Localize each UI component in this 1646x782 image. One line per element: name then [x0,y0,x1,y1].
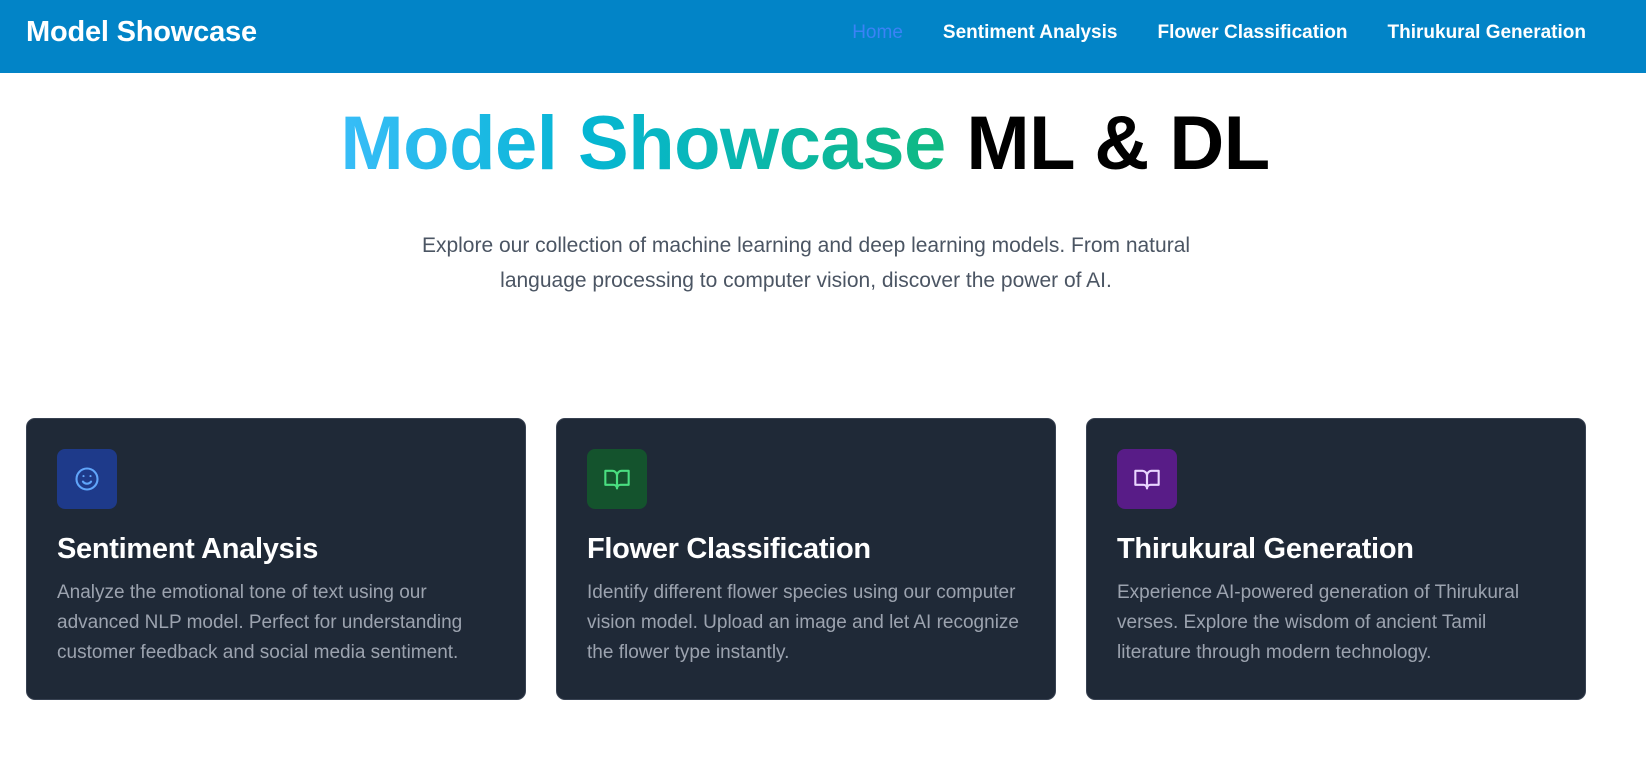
top-navbar: Model Showcase Home Sentiment Analysis F… [0,0,1646,73]
card-icon-box [587,449,647,509]
nav-link-thirukural-generation[interactable]: Thirukural Generation [1388,22,1586,44]
hero-subtitle-line-2: language processing to computer vision, … [500,269,1112,292]
card-icon-box [1117,449,1177,509]
model-card-thirukural-generation[interactable]: Thirukural Generation Experience AI-powe… [1086,418,1586,700]
smile-icon [75,467,99,491]
card-title: Thirukural Generation [1117,533,1414,565]
book-open-icon [1134,469,1160,490]
nav-link-home[interactable]: Home [852,22,903,44]
nav-link-flower-classification[interactable]: Flower Classification [1157,22,1347,44]
hero-subtitle-line-1: Explore our collection of machine learni… [421,234,1191,257]
card-title: Flower Classification [587,533,871,565]
card-description: Identify different flower species using … [587,582,1019,663]
nav-link-sentiment-analysis[interactable]: Sentiment Analysis [943,22,1118,44]
model-card-flower-classification[interactable]: Flower Classification Identify different… [556,418,1056,700]
card-description: Analyze the emotional tone of text using… [57,582,463,663]
hero-title: Model Showcase ML & DL [0,100,1610,187]
hero-subtitle: Explore our collection of machine learni… [373,228,1239,298]
card-description: Experience AI-powered generation of Thir… [1117,582,1520,663]
model-card-sentiment-analysis[interactable]: Sentiment Analysis Analyze the emotional… [26,418,526,700]
hero-title-gradient-text: Model Showcase [340,101,946,186]
brand-logo-text[interactable]: Model Showcase [26,16,257,49]
book-open-icon [604,469,630,490]
nav-links: Home Sentiment Analysis Flower Classific… [852,22,1586,44]
hero-title-plain-text: ML & DL [966,101,1270,186]
card-icon-box [57,449,117,509]
card-title: Sentiment Analysis [57,533,319,565]
